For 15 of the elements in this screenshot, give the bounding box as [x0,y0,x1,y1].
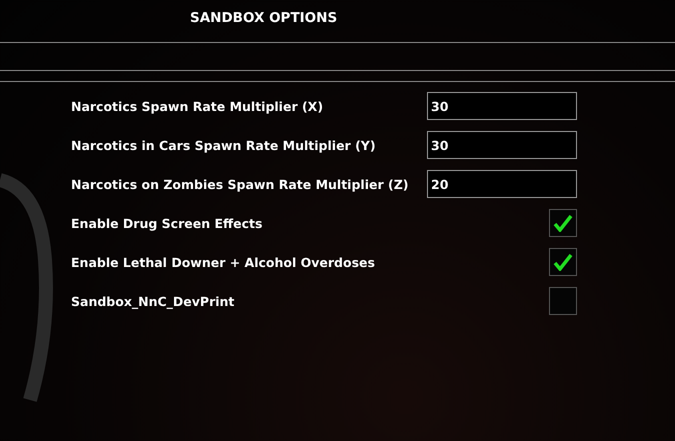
option-label: Enable Drug Screen Effects [71,216,262,230]
option-label: Enable Lethal Downer + Alcohol Overdoses [71,254,375,270]
input-field[interactable]: 30 [427,131,577,159]
window-title: SANDBOX OPTIONS [190,10,338,26]
checkbox[interactable] [549,248,577,276]
checkbox[interactable] [549,209,577,237]
input-field[interactable]: 20 [427,170,577,198]
checkbox[interactable] [549,287,577,315]
option-label: Narcotics in Cars Spawn Rate Multiplier (Y) [71,138,376,152]
option-label: Narcotics on Zombies Spawn Rate Multiplier (Z) [71,176,408,192]
checkmark-icon [553,253,573,271]
option-label: Narcotics Spawn Rate Multiplier (X) [71,98,324,114]
input-field[interactable]: 30 [427,92,577,120]
checkmark-icon [553,214,573,232]
option-label: Sandbox_NnC_DevPrint [71,294,234,308]
